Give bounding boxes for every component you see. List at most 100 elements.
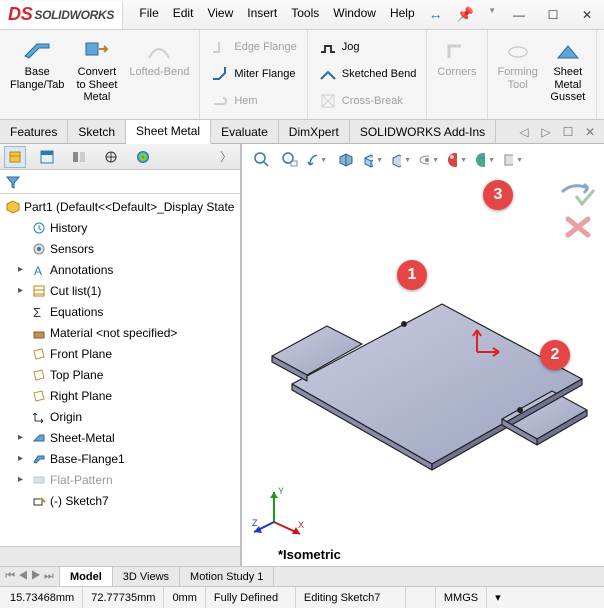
tab-sheet-metal[interactable]: Sheet Metal — [126, 120, 211, 144]
expand-icon[interactable]: ▸ — [18, 474, 28, 485]
tree-item-material[interactable]: Material <not specified> — [0, 322, 240, 343]
view-orientation-label: *Isometric — [278, 547, 341, 562]
pin-icon[interactable]: 📌 — [451, 4, 480, 25]
tab-nav-buttons[interactable]: ⏮ ◀ ▶ ⏭ — [0, 567, 60, 586]
sketch-icon — [30, 493, 48, 509]
tree-root-label: Part1 (Default<<Default>_Display State — [24, 200, 234, 214]
maximize-button[interactable]: ☐ — [536, 1, 570, 29]
menu-dropdown-icon[interactable]: ▼ — [482, 4, 502, 25]
expand-icon[interactable]: ▸ — [18, 432, 28, 443]
jog-button[interactable]: Jog — [314, 34, 421, 60]
equations-icon: Σ — [30, 304, 48, 320]
view-triad[interactable]: Y X Z — [252, 486, 306, 540]
doc-close-icon[interactable]: ✕ — [582, 124, 598, 140]
cross-break-icon — [318, 91, 338, 111]
menu-help[interactable]: Help — [384, 4, 421, 25]
property-manager-tab[interactable] — [36, 146, 58, 168]
menu-edit[interactable]: Edit — [167, 4, 200, 25]
menu-view[interactable]: View — [201, 4, 239, 25]
tab-motion-study[interactable]: Motion Study 1 — [180, 567, 274, 586]
miter-flange-icon — [210, 64, 230, 84]
feature-manager-tab[interactable] — [4, 146, 26, 168]
tree-item-right-plane[interactable]: Right Plane — [0, 385, 240, 406]
status-custom[interactable] — [406, 587, 436, 608]
tree-item-flat-pattern[interactable]: ▸Flat-Pattern — [0, 469, 240, 490]
expand-icon[interactable]: ▸ — [18, 453, 28, 464]
tree-item-origin[interactable]: Origin — [0, 406, 240, 427]
tree-item-cutlist[interactable]: ▸Cut list(1) — [0, 280, 240, 301]
tab-3d-views[interactable]: 3D Views — [113, 567, 180, 586]
menu-insert[interactable]: Insert — [241, 4, 283, 25]
expand-icon[interactable]: ▸ — [18, 285, 28, 296]
tree-label: Material <not specified> — [50, 326, 177, 340]
hem-label: Hem — [234, 95, 257, 107]
plane-icon — [30, 346, 48, 362]
tree-label: Right Plane — [50, 389, 112, 403]
graphics-viewport[interactable]: ▼ ▼ ▼ ▼ ▼ ▼ ▼ — [242, 144, 604, 566]
main-area: 〉 Part1 (Default<<Default>_Display State… — [0, 144, 604, 566]
callout-1: 1 — [397, 260, 427, 290]
base-flange-button[interactable]: Base Flange/Tab — [6, 34, 68, 115]
doc-prev-icon[interactable]: ◁ — [516, 124, 532, 140]
menu-file[interactable]: File — [133, 4, 164, 25]
tab-addins[interactable]: SOLIDWORKS Add-Ins — [350, 120, 496, 143]
tab-dimxpert[interactable]: DimXpert — [279, 120, 350, 143]
tree-label: Annotations — [50, 263, 113, 277]
tab-model[interactable]: Model — [60, 567, 113, 586]
sketched-bend-button[interactable]: Sketched Bend — [314, 61, 421, 87]
tree-label: History — [50, 221, 87, 235]
tree-filter-bar — [0, 170, 240, 194]
part-icon — [4, 199, 22, 215]
doc-max-icon[interactable]: ☐ — [560, 124, 576, 140]
corners-icon — [443, 36, 471, 64]
tab-evaluate[interactable]: Evaluate — [211, 120, 279, 143]
config-manager-tab[interactable] — [68, 146, 90, 168]
display-manager-tab[interactable] — [132, 146, 154, 168]
status-define-state: Fully Defined — [206, 587, 296, 608]
menu-window[interactable]: Window — [327, 4, 382, 25]
menu-tools[interactable]: Tools — [285, 4, 325, 25]
tree-item-annotations[interactable]: ▸ A Annotations — [0, 259, 240, 280]
manager-expand-icon[interactable]: 〉 — [216, 148, 236, 165]
search-icon[interactable]: ↔ — [423, 4, 449, 25]
tree-label: Top Plane — [50, 368, 103, 382]
tree-item-front-plane[interactable]: Front Plane — [0, 343, 240, 364]
svg-text:Z: Z — [252, 518, 258, 528]
tree-item-base-flange[interactable]: ▸Base-Flange1 — [0, 448, 240, 469]
app-logo: DS SOLIDWORKS — [0, 1, 123, 29]
funnel-icon[interactable] — [6, 175, 20, 189]
tree-label: Front Plane — [50, 347, 112, 361]
gusset-button[interactable]: Sheet Metal Gusset — [546, 34, 590, 115]
status-rebuild-icon[interactable]: ▾ — [487, 587, 509, 608]
close-button[interactable]: ✕ — [570, 1, 604, 29]
tree-item-sheet-metal[interactable]: ▸Sheet-Metal — [0, 427, 240, 448]
tree-item-top-plane[interactable]: Top Plane — [0, 364, 240, 385]
gusset-label: Sheet Metal Gusset — [550, 66, 585, 104]
expand-icon[interactable]: ▸ — [18, 264, 28, 275]
sketch-origin-icon — [467, 324, 507, 364]
dimxpert-manager-tab[interactable] — [100, 146, 122, 168]
svg-text:A: A — [34, 264, 42, 277]
lofted-bend-button: Lofted-Bend — [125, 34, 193, 115]
manager-tabs: 〉 — [0, 144, 240, 170]
tab-features[interactable]: Features — [0, 120, 68, 143]
sketched-bend-label: Sketched Bend — [342, 68, 417, 80]
minimize-button[interactable]: — — [502, 1, 536, 29]
plane-icon — [30, 388, 48, 404]
status-units[interactable]: MMGS — [436, 587, 487, 608]
doc-next-icon[interactable]: ▷ — [538, 124, 554, 140]
menu-bar: File Edit View Insert Tools Window Help … — [123, 4, 502, 25]
model-tabs-bar: ⏮ ◀ ▶ ⏭ Model 3D Views Motion Study 1 — [0, 566, 604, 586]
tree-root[interactable]: Part1 (Default<<Default>_Display State — [0, 196, 240, 217]
forming-tool-icon — [504, 36, 532, 64]
tree-item-history[interactable]: History — [0, 217, 240, 238]
callout-2: 2 — [540, 340, 570, 370]
tree-item-sensors[interactable]: Sensors — [0, 238, 240, 259]
convert-button[interactable]: Convert to Sheet Metal — [72, 34, 121, 115]
tree-item-sketch7[interactable]: (-) Sketch7 — [0, 490, 240, 511]
sketched-bend-icon — [318, 64, 338, 84]
tree-item-equations[interactable]: ΣEquations — [0, 301, 240, 322]
tab-sketch[interactable]: Sketch — [68, 120, 126, 143]
miter-flange-button[interactable]: Miter Flange — [206, 61, 300, 87]
lofted-bend-icon — [145, 36, 173, 64]
